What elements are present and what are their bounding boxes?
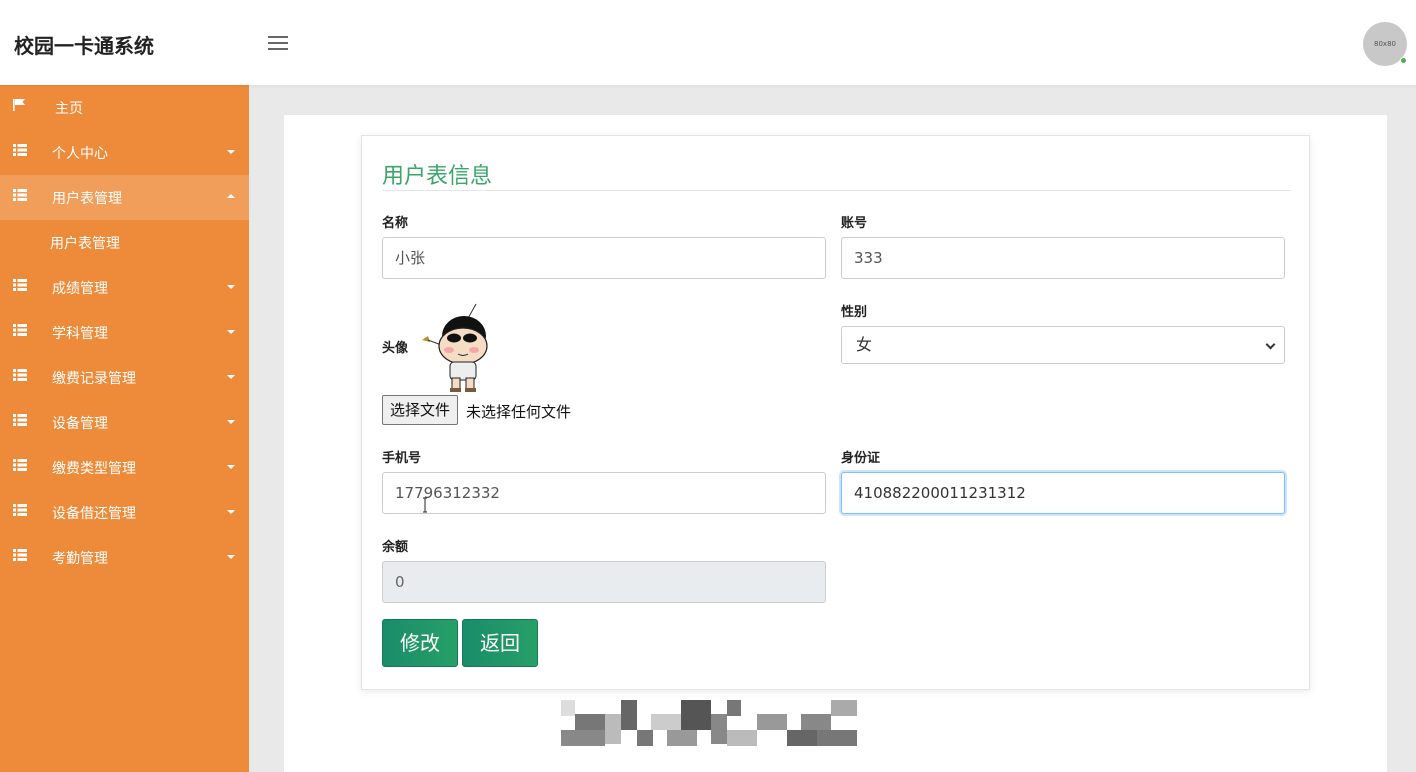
- name-input[interactable]: 小张: [382, 237, 826, 279]
- avatar-label: 头像: [382, 341, 409, 356]
- chevron-down-icon: [227, 375, 235, 379]
- sidebar-item-device-borrowing[interactable]: 设备借还管理: [0, 490, 249, 535]
- chevron-down-icon: [227, 330, 235, 334]
- file-status-text: 未选择任何文件: [466, 403, 572, 421]
- balance-label: 余额: [382, 540, 409, 555]
- id-card-input[interactable]: 410882200011231312: [841, 472, 1285, 514]
- phone-label: 手机号: [382, 451, 422, 466]
- sidebar-item-payment-records[interactable]: 缴费记录管理: [0, 355, 249, 400]
- sidebar-item-label: 设备借还管理: [52, 506, 136, 522]
- chevron-down-icon: [227, 420, 235, 424]
- chevron-down-icon: [227, 555, 235, 559]
- sidebar-item-label: 缴费类型管理: [52, 461, 136, 477]
- balance-input: 0: [382, 561, 826, 603]
- grid-icon: [13, 144, 27, 156]
- name-label: 名称: [382, 216, 409, 231]
- grid-icon: [13, 324, 27, 336]
- gender-selected-value: 女: [856, 335, 873, 354]
- grid-icon: [13, 279, 27, 291]
- sidebar-item-attendance[interactable]: 考勤管理: [0, 535, 249, 580]
- sidebar-item-subjects[interactable]: 学科管理: [0, 310, 249, 355]
- sidebar-item-label: 缴费记录管理: [52, 371, 136, 387]
- chevron-down-icon: [227, 285, 235, 289]
- top-header: 校园一卡通系统 80x80: [0, 0, 1416, 85]
- grid-icon: [13, 369, 27, 381]
- sidebar-item-user-table[interactable]: 用户表管理: [0, 175, 249, 220]
- sidebar-item-label: 学科管理: [52, 326, 108, 342]
- sidebar-item-label: 设备管理: [52, 416, 108, 432]
- grid-icon: [13, 549, 27, 561]
- avatar-image: [422, 303, 488, 392]
- user-info-panel: 用户表信息 名称 小张 账号 333 头像 选择文件 未选择任何文件 性别 女 …: [361, 135, 1310, 690]
- chevron-down-icon: [227, 510, 235, 514]
- back-button[interactable]: 返回: [462, 619, 538, 667]
- flag-icon: [13, 99, 25, 111]
- brand-title: 校园一卡通系统: [14, 34, 154, 58]
- sidebar-item-label: 用户表管理: [52, 191, 122, 207]
- choose-file-button[interactable]: 选择文件: [382, 395, 459, 425]
- grid-icon: [13, 414, 27, 426]
- menu-toggle-icon[interactable]: [268, 36, 288, 52]
- grid-icon: [13, 189, 27, 201]
- chevron-up-icon: [227, 194, 235, 198]
- sidebar-subitem-label: 用户表管理: [50, 236, 120, 252]
- avatar[interactable]: 80x80: [1363, 22, 1407, 66]
- sidebar-item-label: 主页: [55, 101, 83, 117]
- avatar-text: 80x80: [1374, 40, 1396, 48]
- sidebar-subitem-user-table[interactable]: 用户表管理: [0, 220, 249, 265]
- pixelated-image: [561, 700, 859, 756]
- account-label: 账号: [841, 216, 868, 231]
- grid-icon: [13, 459, 27, 471]
- divider: [382, 190, 1291, 191]
- sidebar-item-payment-types[interactable]: 缴费类型管理: [0, 445, 249, 490]
- panel-title: 用户表信息: [382, 164, 493, 189]
- account-input[interactable]: 333: [841, 237, 1285, 279]
- grid-icon: [13, 504, 27, 516]
- sidebar: 主页 个人中心 用户表管理 用户表管理 成绩管理 学科管理 缴费记录管理 设备管…: [0, 85, 249, 772]
- phone-input[interactable]: 17796312332: [382, 472, 826, 514]
- edit-button[interactable]: 修改: [382, 619, 458, 667]
- gender-select[interactable]: 女: [841, 326, 1285, 364]
- chevron-down-icon: [1265, 339, 1276, 350]
- sidebar-item-label: 个人中心: [52, 146, 108, 162]
- id-card-label: 身份证: [841, 451, 881, 466]
- sidebar-item-grades[interactable]: 成绩管理: [0, 265, 249, 310]
- sidebar-item-label: 考勤管理: [52, 551, 108, 567]
- sidebar-item-devices[interactable]: 设备管理: [0, 400, 249, 445]
- text-cursor-icon: [423, 497, 427, 513]
- gender-label: 性别: [841, 305, 868, 320]
- online-status-dot: [1400, 57, 1407, 64]
- chevron-down-icon: [227, 150, 235, 154]
- sidebar-item-label: 成绩管理: [52, 281, 108, 297]
- sidebar-item-personal-center[interactable]: 个人中心: [0, 130, 249, 175]
- chevron-down-icon: [227, 465, 235, 469]
- sidebar-item-home[interactable]: 主页: [0, 85, 249, 130]
